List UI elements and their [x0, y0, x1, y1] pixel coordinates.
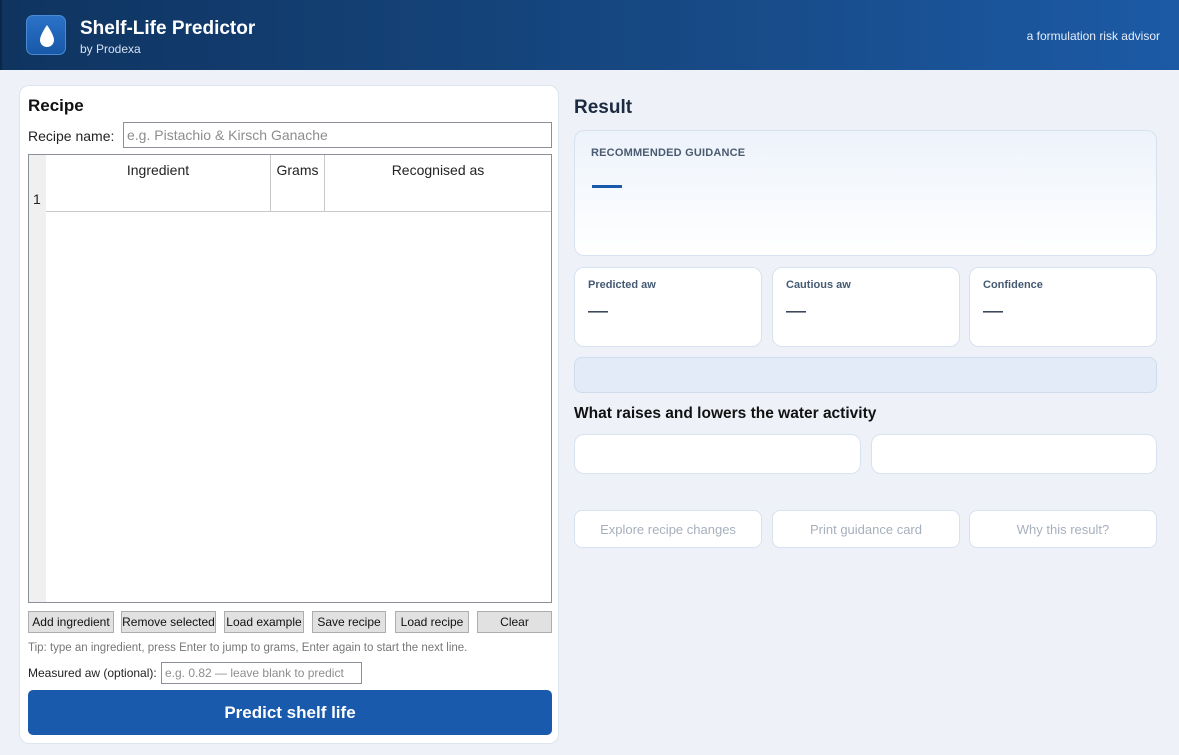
- recipe-button-row: Add ingredient Remove selected Load exam…: [28, 611, 552, 633]
- water-drop-icon: [26, 15, 66, 55]
- clear-button[interactable]: Clear: [477, 611, 552, 633]
- metric-confidence: Confidence —: [969, 267, 1157, 347]
- row-header-column: [29, 155, 46, 602]
- measured-aw-label: Measured aw (optional):: [28, 666, 157, 680]
- raises-aw-box: [574, 434, 861, 474]
- measured-aw-input[interactable]: [161, 662, 362, 684]
- guidance-placeholder-dash: [592, 185, 622, 188]
- metric-predicted-aw: Predicted aw —: [574, 267, 762, 347]
- result-heading: Result: [574, 97, 633, 118]
- add-ingredient-button[interactable]: Add ingredient: [28, 611, 114, 633]
- column-header-ingredient[interactable]: Ingredient: [46, 155, 271, 212]
- column-header-recognised[interactable]: Recognised as: [325, 155, 551, 212]
- recipe-panel: Recipe Recipe name: 1 Ingredient Grams R…: [19, 85, 559, 744]
- column-header-grams[interactable]: Grams: [271, 155, 325, 212]
- app-tagline: a formulation risk advisor: [1026, 29, 1160, 43]
- ingredients-grid[interactable]: 1 Ingredient Grams Recognised as: [28, 154, 552, 603]
- guidance-card: RECOMMENDED GUIDANCE: [574, 130, 1157, 256]
- load-recipe-button[interactable]: Load recipe: [395, 611, 469, 633]
- row-number[interactable]: 1: [33, 191, 41, 207]
- app-subtitle: by Prodexa: [80, 42, 141, 56]
- metric-label: Cautious aw: [786, 279, 851, 291]
- explore-recipe-changes-button[interactable]: Explore recipe changes: [574, 510, 762, 548]
- metric-cautious-aw: Cautious aw —: [772, 267, 960, 347]
- load-example-button[interactable]: Load example: [224, 611, 304, 633]
- recipe-heading: Recipe: [28, 96, 84, 115]
- print-guidance-card-button[interactable]: Print guidance card: [772, 510, 960, 548]
- status-bar: [574, 357, 1157, 393]
- save-recipe-button[interactable]: Save recipe: [312, 611, 386, 633]
- metric-value: —: [786, 300, 806, 322]
- tip-text: Tip: type an ingredient, press Enter to …: [28, 642, 468, 654]
- metric-value: —: [588, 300, 608, 322]
- recipe-name-input[interactable]: [123, 122, 552, 148]
- remove-selected-button[interactable]: Remove selected: [121, 611, 216, 633]
- metric-label: Predicted aw: [588, 279, 656, 291]
- drivers-heading: What raises and lowers the water activit…: [574, 405, 877, 422]
- lowers-aw-box: [871, 434, 1157, 474]
- why-this-result-button[interactable]: Why this result?: [969, 510, 1157, 548]
- predict-shelf-life-button[interactable]: Predict shelf life: [28, 690, 552, 735]
- metric-label: Confidence: [983, 279, 1043, 291]
- metric-value: —: [983, 300, 1003, 322]
- recipe-name-label: Recipe name:: [28, 128, 115, 144]
- guidance-label: RECOMMENDED GUIDANCE: [591, 147, 746, 159]
- app-header: Shelf-Life Predictor by Prodexa a formul…: [0, 0, 1179, 70]
- app-title: Shelf-Life Predictor: [80, 18, 256, 39]
